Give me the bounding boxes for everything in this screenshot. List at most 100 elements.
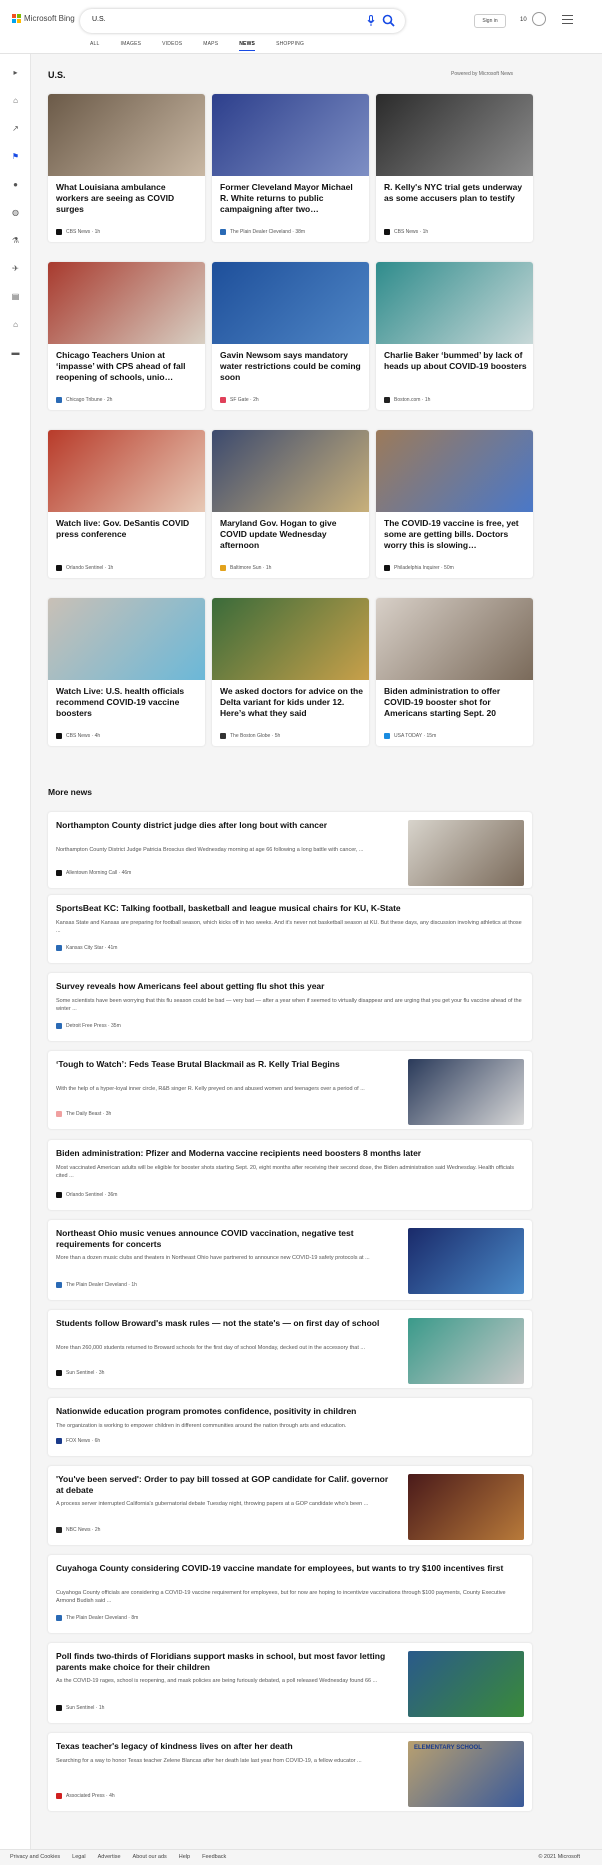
sign-in-button[interactable]: Sign in bbox=[474, 14, 506, 28]
news-card[interactable]: Maryland Gov. Hogan to give COVID update… bbox=[212, 430, 369, 578]
world-globe-icon[interactable]: ◍ bbox=[11, 208, 20, 217]
news-list-item[interactable]: Biden administration: Pfizer and Moderna… bbox=[48, 1140, 532, 1210]
news-list-item[interactable]: ‘Tough to Watch’: Feds Tease Brutal Blac… bbox=[48, 1051, 532, 1129]
news-card[interactable]: R. Kelly's NYC trial gets underway as so… bbox=[376, 94, 533, 242]
card-image[interactable] bbox=[212, 598, 369, 680]
news-card[interactable]: Biden administration to offer COVID-19 b… bbox=[376, 598, 533, 746]
home-icon[interactable]: ⌂ bbox=[11, 96, 20, 105]
news-card[interactable]: Gavin Newsom says mandatory water restri… bbox=[212, 262, 369, 410]
card-image[interactable] bbox=[212, 94, 369, 176]
news-card[interactable]: Watch live: Gov. DeSantis COVID press co… bbox=[48, 430, 205, 578]
news-thumbnail[interactable] bbox=[408, 820, 524, 886]
news-headline[interactable]: Nationwide education program promotes co… bbox=[56, 1406, 524, 1417]
news-list-item[interactable]: SportsBeat KC: Talking football, basketb… bbox=[48, 895, 532, 963]
card-image[interactable] bbox=[376, 430, 533, 512]
tab-shopping[interactable]: SHOPPING bbox=[276, 41, 304, 51]
news-thumbnail[interactable] bbox=[408, 1059, 524, 1125]
card-headline[interactable]: Watch Live: U.S. health officials recomm… bbox=[56, 686, 199, 719]
card-headline[interactable]: Biden administration to offer COVID-19 b… bbox=[384, 686, 527, 719]
publisher-name: The Boston Globe bbox=[230, 733, 271, 739]
news-list-item[interactable]: Poll finds two-thirds of Floridians supp… bbox=[48, 1643, 532, 1723]
news-card[interactable]: Former Cleveland Mayor Michael R. White … bbox=[212, 94, 369, 242]
us-flag-icon[interactable]: ⚑ bbox=[11, 152, 20, 161]
news-card[interactable]: Watch Live: U.S. health officials recomm… bbox=[48, 598, 205, 746]
news-list-item[interactable]: Texas teacher's legacy of kindness lives… bbox=[48, 1733, 532, 1811]
news-list-item[interactable]: Northampton County district judge dies a… bbox=[48, 812, 532, 888]
news-headline[interactable]: Biden administration: Pfizer and Moderna… bbox=[56, 1148, 524, 1159]
card-headline[interactable]: Former Cleveland Mayor Michael R. White … bbox=[220, 182, 363, 215]
footer-link-help[interactable]: Help bbox=[179, 1854, 190, 1860]
news-headline[interactable]: Cuyahoga County considering COVID-19 vac… bbox=[56, 1563, 524, 1574]
news-headline[interactable]: Texas teacher's legacy of kindness lives… bbox=[56, 1741, 394, 1752]
card-image[interactable] bbox=[212, 262, 369, 344]
hamburger-menu-icon[interactable] bbox=[562, 15, 573, 24]
news-headline[interactable]: Students follow Broward's mask rules — n… bbox=[56, 1318, 394, 1329]
card-image[interactable] bbox=[376, 262, 533, 344]
trending-icon[interactable]: ↗ bbox=[11, 124, 20, 133]
news-thumbnail[interactable] bbox=[408, 1651, 524, 1717]
card-image[interactable] bbox=[376, 94, 533, 176]
rewards-count[interactable]: 10 bbox=[520, 17, 527, 23]
news-headline[interactable]: Northampton County district judge dies a… bbox=[56, 820, 394, 831]
news-list-item[interactable]: Northeast Ohio music venues announce COV… bbox=[48, 1220, 532, 1300]
card-headline[interactable]: Chicago Teachers Union at ‘impasse’ with… bbox=[56, 350, 199, 383]
bing-logo[interactable]: Microsoft Bing bbox=[12, 14, 75, 23]
news-card[interactable]: The COVID-19 vaccine is free, yet some a… bbox=[376, 430, 533, 578]
card-headline[interactable]: The COVID-19 vaccine is free, yet some a… bbox=[384, 518, 527, 551]
news-thumbnail[interactable]: ELEMENTARY SCHOOL bbox=[408, 1741, 524, 1807]
search-input[interactable]: U.S. bbox=[92, 16, 106, 23]
news-card[interactable]: Charlie Baker ‘bummed’ by lack of heads … bbox=[376, 262, 533, 410]
news-list-item[interactable]: Nationwide education program promotes co… bbox=[48, 1398, 532, 1456]
news-headline[interactable]: 'You've been served': Order to pay bill … bbox=[56, 1474, 394, 1496]
news-headline[interactable]: Northeast Ohio music venues announce COV… bbox=[56, 1228, 394, 1250]
tab-news[interactable]: NEWS bbox=[239, 41, 256, 51]
card-headline[interactable]: Maryland Gov. Hogan to give COVID update… bbox=[220, 518, 363, 551]
card-image[interactable] bbox=[376, 598, 533, 680]
news-list-item[interactable]: Students follow Broward's mask rules — n… bbox=[48, 1310, 532, 1388]
card-headline[interactable]: R. Kelly's NYC trial gets underway as so… bbox=[384, 182, 527, 204]
card-image[interactable] bbox=[48, 430, 205, 512]
footer-link-feedback[interactable]: Feedback bbox=[202, 1854, 226, 1860]
card-image[interactable] bbox=[48, 262, 205, 344]
news-list-item[interactable]: Cuyahoga County considering COVID-19 vac… bbox=[48, 1555, 532, 1633]
tab-images[interactable]: IMAGES bbox=[121, 41, 142, 51]
news-list-item[interactable]: 'You've been served': Order to pay bill … bbox=[48, 1466, 532, 1545]
entertainment-icon[interactable]: ▤ bbox=[11, 292, 20, 301]
news-headline[interactable]: Poll finds two-thirds of Floridians supp… bbox=[56, 1651, 394, 1673]
tab-videos[interactable]: VIDEOS bbox=[162, 41, 182, 51]
search-icon[interactable] bbox=[382, 14, 395, 27]
tab-all[interactable]: ALL bbox=[90, 41, 100, 51]
card-image[interactable] bbox=[212, 430, 369, 512]
money-icon[interactable]: ▬ bbox=[11, 348, 20, 357]
news-thumbnail[interactable] bbox=[408, 1318, 524, 1384]
news-headline[interactable]: ‘Tough to Watch’: Feds Tease Brutal Blac… bbox=[56, 1059, 394, 1070]
politics-icon[interactable]: ⌂ bbox=[11, 320, 20, 329]
local-pin-icon[interactable]: ● bbox=[11, 180, 20, 189]
news-card[interactable]: Chicago Teachers Union at ‘impasse’ with… bbox=[48, 262, 205, 410]
footer-link-legal[interactable]: Legal bbox=[72, 1854, 85, 1860]
card-image[interactable] bbox=[48, 598, 205, 680]
news-thumbnail[interactable] bbox=[408, 1474, 524, 1540]
sports-icon[interactable]: ✈ bbox=[11, 264, 20, 273]
science-icon[interactable]: ⚗ bbox=[11, 236, 20, 245]
news-list-item[interactable]: Survey reveals how Americans feel about … bbox=[48, 973, 532, 1041]
card-headline[interactable]: We asked doctors for advice on the Delta… bbox=[220, 686, 363, 719]
card-headline[interactable]: Watch live: Gov. DeSantis COVID press co… bbox=[56, 518, 199, 540]
microphone-icon[interactable] bbox=[367, 15, 375, 27]
rewards-trophy-icon[interactable] bbox=[532, 12, 546, 26]
footer-link-about-ads[interactable]: About our ads bbox=[133, 1854, 167, 1860]
news-thumbnail[interactable] bbox=[408, 1228, 524, 1294]
news-card[interactable]: What Louisiana ambulance workers are see… bbox=[48, 94, 205, 242]
card-headline[interactable]: Gavin Newsom says mandatory water restri… bbox=[220, 350, 363, 383]
card-headline[interactable]: What Louisiana ambulance workers are see… bbox=[56, 182, 199, 215]
news-headline[interactable]: Survey reveals how Americans feel about … bbox=[56, 981, 524, 992]
footer-link-privacy[interactable]: Privacy and Cookies bbox=[10, 1854, 60, 1860]
news-card[interactable]: We asked doctors for advice on the Delta… bbox=[212, 598, 369, 746]
footer-link-advertise[interactable]: Advertise bbox=[98, 1854, 121, 1860]
news-headline[interactable]: SportsBeat KC: Talking football, basketb… bbox=[56, 903, 524, 914]
expand-rail-icon[interactable]: ▸ bbox=[11, 68, 20, 77]
card-image[interactable] bbox=[48, 94, 205, 176]
tab-maps[interactable]: MAPS bbox=[203, 41, 218, 51]
search-box[interactable]: U.S. bbox=[80, 9, 405, 33]
card-headline[interactable]: Charlie Baker ‘bummed’ by lack of heads … bbox=[384, 350, 527, 372]
